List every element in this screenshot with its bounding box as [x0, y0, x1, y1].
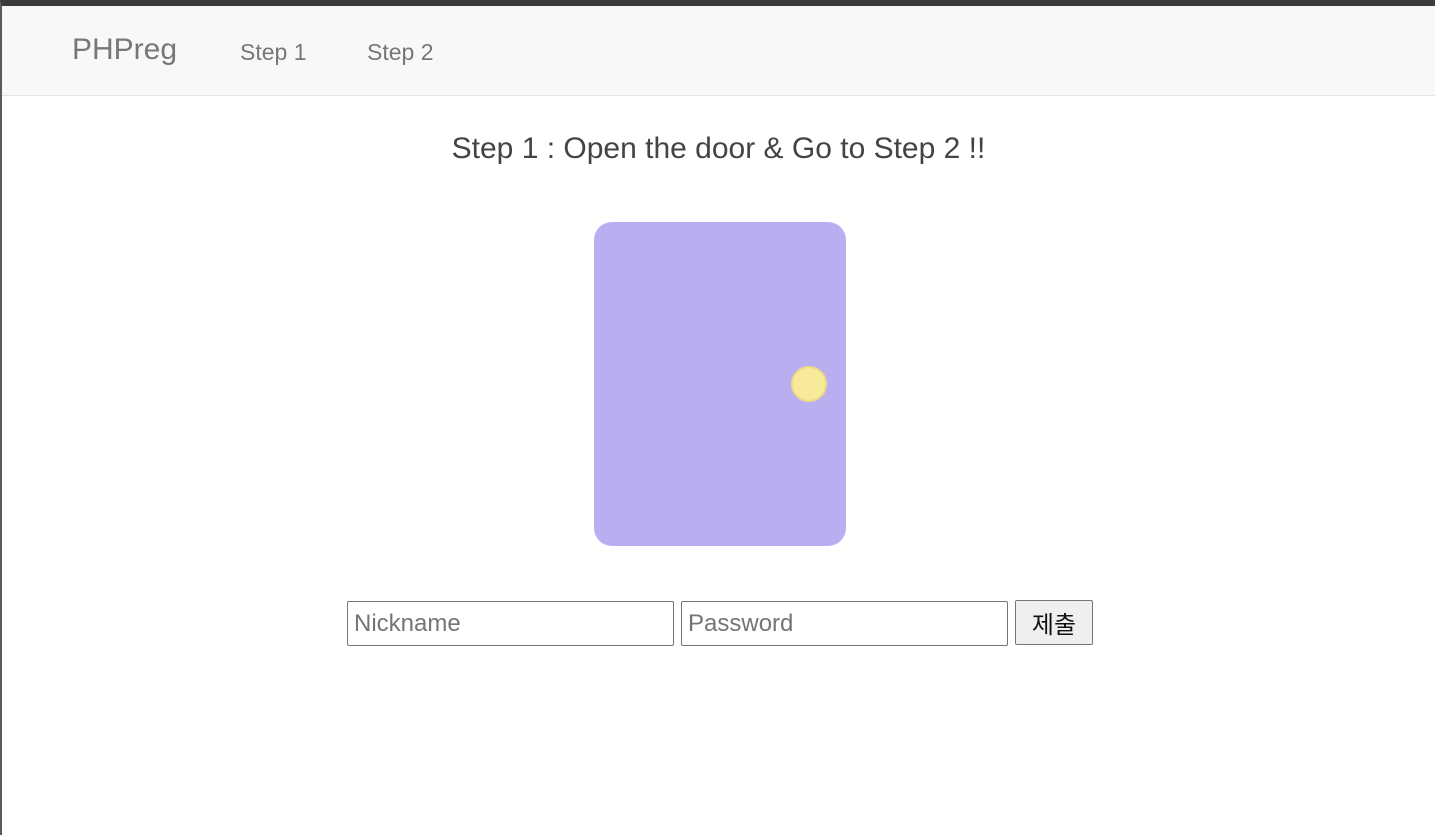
door-knob[interactable]: [791, 366, 827, 402]
nickname-input[interactable]: [347, 601, 674, 646]
navbar: PHPreg Step 1 Step 2: [2, 6, 1435, 96]
password-input[interactable]: [681, 601, 1008, 646]
browser-viewport: PHPreg Step 1 Step 2 Step 1 : Open the d…: [0, 0, 1435, 835]
door[interactable]: [594, 222, 846, 546]
page-title: Step 1 : Open the door & Go to Step 2 !!: [451, 132, 986, 165]
nav-link-step-2[interactable]: Step 2: [367, 39, 434, 66]
nav-link-step-1[interactable]: Step 1: [240, 39, 307, 66]
brand-link[interactable]: PHPreg: [72, 33, 177, 67]
submit-button[interactable]: 제출: [1015, 600, 1093, 645]
